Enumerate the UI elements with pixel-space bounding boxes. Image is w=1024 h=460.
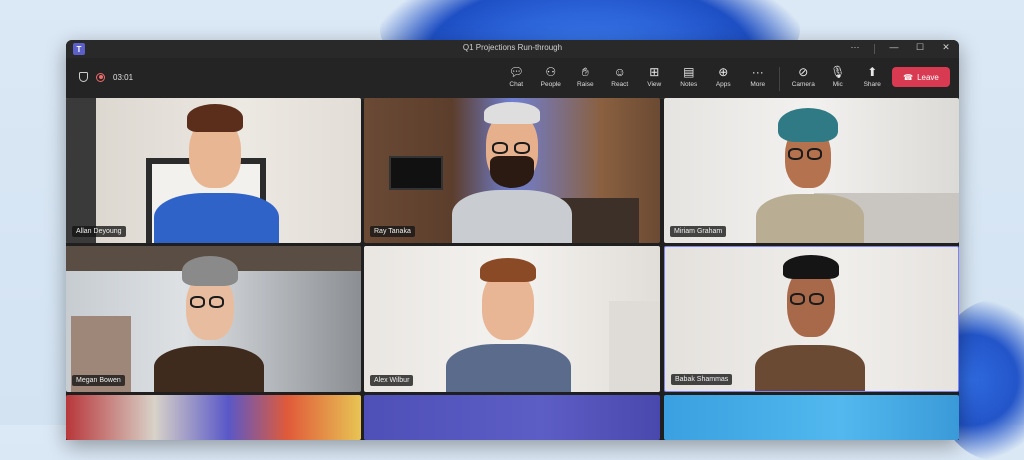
camera-button[interactable]: ⊘ Camera <box>786 64 821 94</box>
shield-icon[interactable] <box>79 72 88 82</box>
glasses-right <box>807 148 822 160</box>
participant-name: Ray Tanaka <box>370 226 415 237</box>
title-divider <box>874 44 875 54</box>
avatar-hair <box>484 102 540 124</box>
maximize-button[interactable]: ☐ <box>913 42 927 54</box>
glasses-right <box>209 296 224 308</box>
notes-icon: ▤ <box>683 65 695 79</box>
people-icon: ⚇ <box>545 65 557 79</box>
participant-tile-active[interactable]: Babak Shammas <box>664 246 959 392</box>
participant-tile-partial[interactable] <box>66 395 361 440</box>
glasses-left <box>492 142 508 154</box>
react-icon: ☺ <box>613 65 626 79</box>
tv-screen <box>389 156 443 190</box>
participant-tile[interactable]: Miriam Graham <box>664 98 959 243</box>
avatar-body <box>755 345 865 391</box>
leave-button[interactable]: ☎ Leave <box>892 67 950 87</box>
video-grid: Allan Deyoung Ray Tanaka Miriam Graham M… <box>66 98 959 440</box>
avatar-body <box>154 346 264 392</box>
participant-tile[interactable]: Allan Deyoung <box>66 98 361 243</box>
more-icon: ··· <box>751 65 764 79</box>
chat-button[interactable]: 💬︎ Chat <box>499 64 534 94</box>
participant-tile[interactable]: Megan Bowen <box>66 246 361 392</box>
camera-off-icon: ⊘ <box>798 65 809 79</box>
participant-tile[interactable]: Alex Wilbur <box>364 246 660 392</box>
avatar-body <box>446 344 571 392</box>
avatar-hair <box>187 104 243 132</box>
glasses-right <box>514 142 530 154</box>
raise-hand-icon: ✋︎ <box>581 65 589 79</box>
mic-icon: 🎙︎ <box>830 65 846 79</box>
avatar-hair <box>480 258 536 282</box>
notes-button[interactable]: ▤ Notes <box>672 64 707 94</box>
apps-button[interactable]: ⊕ Apps <box>706 64 741 94</box>
react-button[interactable]: ☺ React <box>603 64 638 94</box>
apps-icon: ⊕ <box>718 65 729 79</box>
participant-name: Babak Shammas <box>671 374 733 385</box>
participant-tile[interactable]: Ray Tanaka <box>364 98 660 243</box>
participant-name: Megan Bowen <box>72 375 125 386</box>
participant-tile-partial[interactable] <box>364 395 660 440</box>
meeting-timer: 03:01 <box>113 72 134 82</box>
phone-hangup-icon: ☎ <box>903 72 914 82</box>
more-options-icon[interactable]: ··· <box>848 42 862 54</box>
toolbar-divider <box>779 67 780 91</box>
mic-button[interactable]: 🎙︎ Mic <box>821 64 856 94</box>
share-icon: ⬆ <box>867 65 878 79</box>
people-button[interactable]: ⚇ People <box>534 64 569 94</box>
raise-hand-button[interactable]: ✋︎ Raise <box>568 64 603 94</box>
participant-tile-partial[interactable] <box>664 395 959 440</box>
chat-icon: 💬︎ <box>508 65 524 79</box>
participant-name: Allan Deyoung <box>72 226 126 237</box>
avatar-turban <box>778 108 838 142</box>
avatar-body <box>154 193 279 243</box>
avatar-beanie <box>182 256 238 286</box>
window-title: Q1 Projections Run-through <box>462 43 563 52</box>
glasses-left <box>788 148 803 160</box>
avatar-body <box>756 194 864 243</box>
avatar-body <box>452 190 572 243</box>
share-button[interactable]: ⬆ Share <box>855 64 890 94</box>
doorway <box>609 301 660 392</box>
close-button[interactable]: ✕ <box>939 42 953 54</box>
avatar-hair <box>783 255 839 279</box>
participant-name: Alex Wilbur <box>370 375 414 386</box>
recording-icon <box>96 72 105 82</box>
meeting-toolbar: 03:01 💬︎ Chat ⚇ People ✋︎ Raise ☺ React … <box>66 58 959 99</box>
view-button[interactable]: ⊞ View <box>637 64 672 94</box>
avatar-beard <box>490 156 534 188</box>
glasses-right <box>809 293 824 305</box>
teams-meeting-window: T Q1 Projections Run-through ··· — ☐ ✕ 0… <box>66 40 959 440</box>
dark-door <box>66 98 96 243</box>
view-icon: ⊞ <box>649 65 660 79</box>
minimize-button[interactable]: — <box>887 42 901 54</box>
more-button[interactable]: ··· More <box>741 64 776 94</box>
glasses-left <box>790 293 805 305</box>
title-bar: T Q1 Projections Run-through ··· — ☐ ✕ <box>66 40 959 58</box>
glasses-left <box>190 296 205 308</box>
participant-name: Miriam Graham <box>670 226 727 237</box>
